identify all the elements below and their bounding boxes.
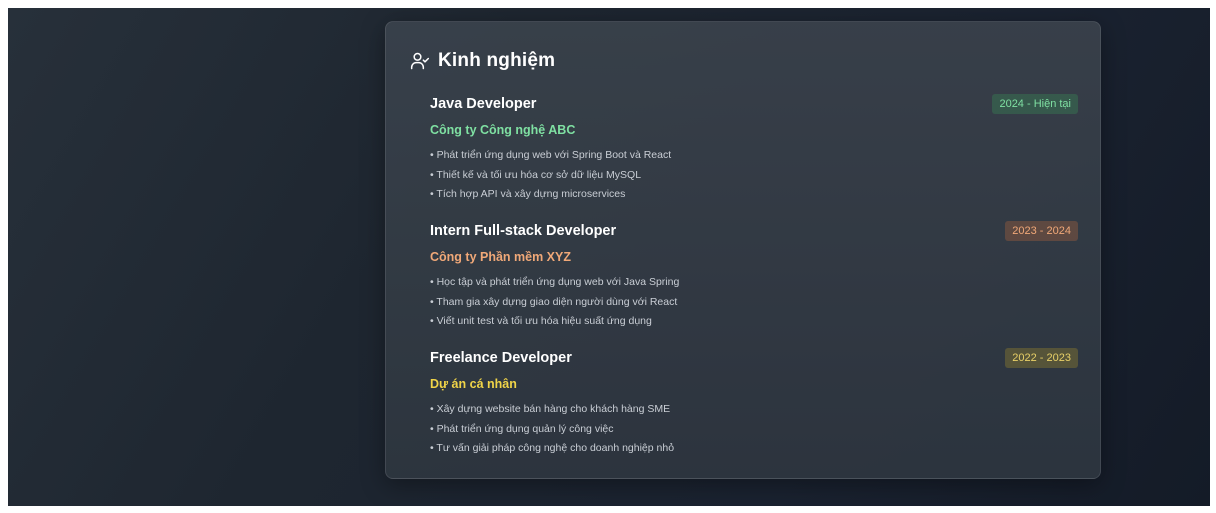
- job-title: Freelance Developer: [430, 350, 572, 366]
- responsibility-item: • Phát triển ứng dụng quản lý công việc: [430, 422, 614, 435]
- job-title: Intern Full-stack Developer: [430, 223, 617, 239]
- company-name: Công ty Công nghệ ABC: [430, 123, 576, 137]
- period-badge: 2024 - Hiện tại: [992, 94, 1078, 114]
- experience-item: Intern Full-stack Developer 2023 - 2024 …: [430, 220, 1078, 332]
- responsibility-item: • Phát triển ứng dụng web với Spring Boo…: [430, 149, 672, 161]
- responsibility-list: • Phát triển ứng dụng web với Spring Boo…: [430, 146, 1078, 205]
- section-title: Kinh nghiệm: [438, 50, 556, 71]
- responsibility-item: • Thiết kế và tối ưu hóa cơ sở dữ liệu M…: [430, 168, 642, 181]
- experience-card: Kinh nghiệm Java Developer 2024 - Hiện t…: [385, 21, 1101, 479]
- company-name: Công ty Phần mềm XYZ: [430, 250, 571, 264]
- user-check-icon: [410, 51, 430, 71]
- company-name: Dự án cá nhân: [430, 377, 517, 391]
- responsibility-item: • Tư vấn giải pháp công nghệ cho doanh n…: [430, 442, 675, 454]
- page-background: Kinh nghiệm Java Developer 2024 - Hiện t…: [8, 8, 1210, 506]
- responsibility-list: • Xây dựng website bán hàng cho khách hà…: [430, 400, 1078, 459]
- responsibility-item: • Học tập và phát triển ứng dụng web với…: [430, 276, 680, 288]
- responsibility-item: • Xây dựng website bán hàng cho khách hà…: [430, 403, 671, 415]
- responsibility-item: • Tích hợp API và xây dựng microservices: [430, 188, 626, 200]
- job-title: Java Developer: [430, 96, 537, 112]
- responsibility-item: • Tham gia xây dựng giao diện người dùng…: [430, 295, 678, 308]
- period-badge: 2022 - 2023: [1005, 348, 1078, 368]
- experience-item: Java Developer 2024 - Hiện tại Công ty C…: [430, 93, 1078, 205]
- experience-header: Kinh nghiệm: [410, 50, 555, 72]
- experience-item: Freelance Developer 2022 - 2023 Dự án cá…: [430, 347, 1078, 459]
- responsibility-item: • Viết unit test và tối ưu hóa hiệu suất…: [430, 315, 652, 327]
- responsibility-list: • Học tập và phát triển ứng dụng web với…: [430, 273, 1078, 332]
- period-badge: 2023 - 2024: [1005, 221, 1078, 241]
